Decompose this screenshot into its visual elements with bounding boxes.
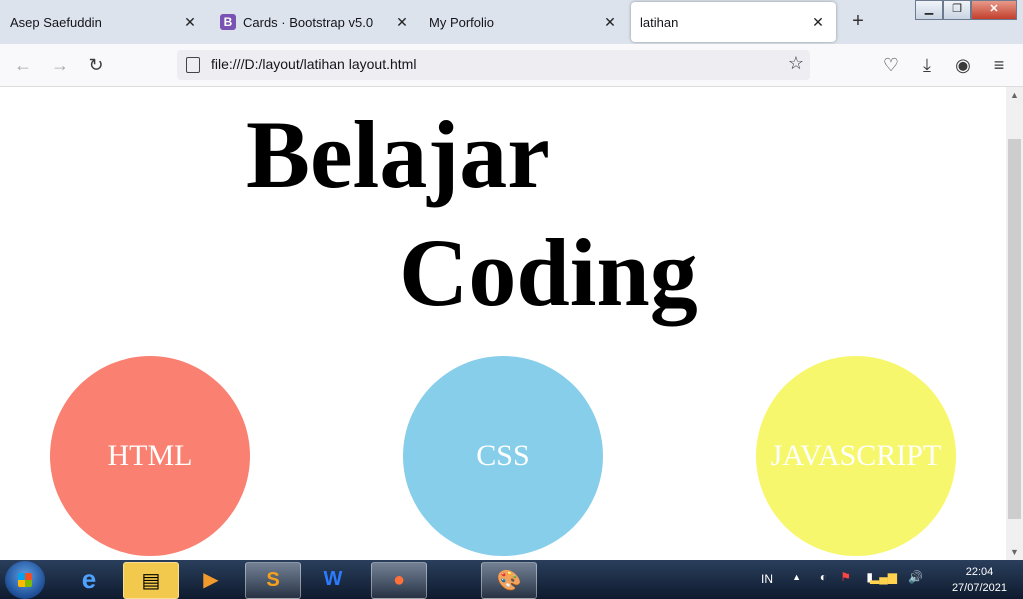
circle-css: CSS bbox=[403, 356, 603, 556]
close-icon[interactable]: ✕ bbox=[394, 14, 410, 30]
tab-bootstrap[interactable]: B Cards · Bootstrap v5.0 ✕ bbox=[212, 2, 420, 42]
volume-icon[interactable]: 🔊 bbox=[908, 570, 923, 584]
clock-time: 22:04 bbox=[965, 566, 994, 578]
firefox-icon[interactable]: ● bbox=[371, 562, 427, 599]
download-icon[interactable]: ⤓ bbox=[916, 54, 938, 76]
tab-label: Cards · Bootstrap v5.0 bbox=[243, 14, 374, 30]
tab-portfolio[interactable]: My Porfolio ✕ bbox=[420, 2, 628, 42]
url-bar[interactable]: file:///D:/layout/latihan layout.html ☆ bbox=[177, 50, 810, 80]
pocket-icon[interactable]: ♡ bbox=[880, 54, 902, 76]
page-content: Belajar Coding HTML CSS JAVASCRIPT bbox=[0, 87, 1006, 560]
url-text: file:///D:/layout/latihan layout.html bbox=[211, 56, 417, 72]
close-icon[interactable]: ✕ bbox=[182, 14, 198, 30]
new-tab-button[interactable]: + bbox=[848, 11, 868, 32]
circle-html: HTML bbox=[50, 356, 250, 556]
action-center-icon[interactable]: ⚑ bbox=[840, 570, 851, 584]
tab-latihan[interactable]: latihan ✕ bbox=[631, 2, 836, 42]
clock-date: 27/07/2021 bbox=[951, 582, 1007, 594]
signal-icon[interactable]: ▂▄▆ bbox=[870, 570, 897, 584]
heading-belajar: Belajar bbox=[246, 101, 550, 208]
circle-javascript: JAVASCRIPT bbox=[756, 356, 956, 556]
sublime-text-icon[interactable]: S bbox=[245, 562, 301, 599]
tray-expand-icon[interactable]: ▲ bbox=[792, 572, 801, 582]
extension-icon[interactable]: ◉ bbox=[952, 54, 974, 76]
page-icon bbox=[186, 57, 200, 73]
bootstrap-icon: B bbox=[220, 14, 236, 30]
circle-label: JAVASCRIPT bbox=[770, 439, 942, 472]
close-icon[interactable]: ✕ bbox=[602, 14, 618, 30]
scroll-up-icon[interactable]: ▲ bbox=[1006, 87, 1023, 103]
scroll-down-icon[interactable]: ▼ bbox=[1006, 544, 1023, 560]
clock[interactable]: 22:04 27/07/2021 bbox=[952, 564, 1007, 596]
window-controls: ▁ ❐ ✕ bbox=[915, 0, 1017, 20]
tab-label: Asep Saefuddin bbox=[10, 14, 102, 30]
network-globe-icon[interactable]: ◐ bbox=[820, 570, 827, 584]
internet-explorer-icon[interactable]: e bbox=[62, 562, 116, 597]
bookmark-star-icon[interactable]: ☆ bbox=[788, 53, 804, 74]
close-icon[interactable]: ✕ bbox=[810, 14, 826, 30]
wps-office-icon[interactable]: W bbox=[306, 562, 360, 597]
back-arrow-icon[interactable]: ← bbox=[12, 54, 34, 76]
start-button[interactable] bbox=[5, 561, 45, 599]
minimize-button[interactable]: ▁ bbox=[915, 0, 943, 20]
forward-arrow-icon[interactable]: → bbox=[49, 54, 71, 76]
menu-icon[interactable]: ≡ bbox=[988, 54, 1010, 76]
tab-strip: Asep Saefuddin ✕ B Cards · Bootstrap v5.… bbox=[0, 0, 1023, 44]
reload-icon[interactable]: ↻ bbox=[85, 54, 107, 76]
heading-coding: Coding bbox=[399, 219, 698, 326]
scrollbar-thumb[interactable] bbox=[1008, 139, 1021, 519]
tab-label: latihan bbox=[640, 14, 679, 30]
language-indicator[interactable]: IN bbox=[761, 572, 773, 586]
navigation-bar: ← → ↻ file:///D:/layout/latihan layout.h… bbox=[0, 44, 1023, 87]
tab-label: My Porfolio bbox=[429, 14, 495, 30]
circle-label: CSS bbox=[476, 439, 530, 472]
page-scrollbar[interactable]: ▲ ▼ bbox=[1006, 87, 1023, 560]
tab-asep[interactable]: Asep Saefuddin ✕ bbox=[0, 2, 208, 42]
window-close-button[interactable]: ✕ bbox=[971, 0, 1017, 20]
taskbar: e ▤ ▶ S W ● 🎨 IN ▲ ◐ ⚑ ▮ ▂▄▆ 🔊 22:04 27/… bbox=[0, 560, 1023, 599]
paint-icon[interactable]: 🎨 bbox=[481, 562, 537, 599]
restore-button[interactable]: ❐ bbox=[943, 0, 971, 20]
circle-label: HTML bbox=[107, 439, 193, 472]
file-explorer-icon[interactable]: ▤ bbox=[123, 562, 179, 599]
media-player-icon[interactable]: ▶ bbox=[184, 562, 238, 597]
